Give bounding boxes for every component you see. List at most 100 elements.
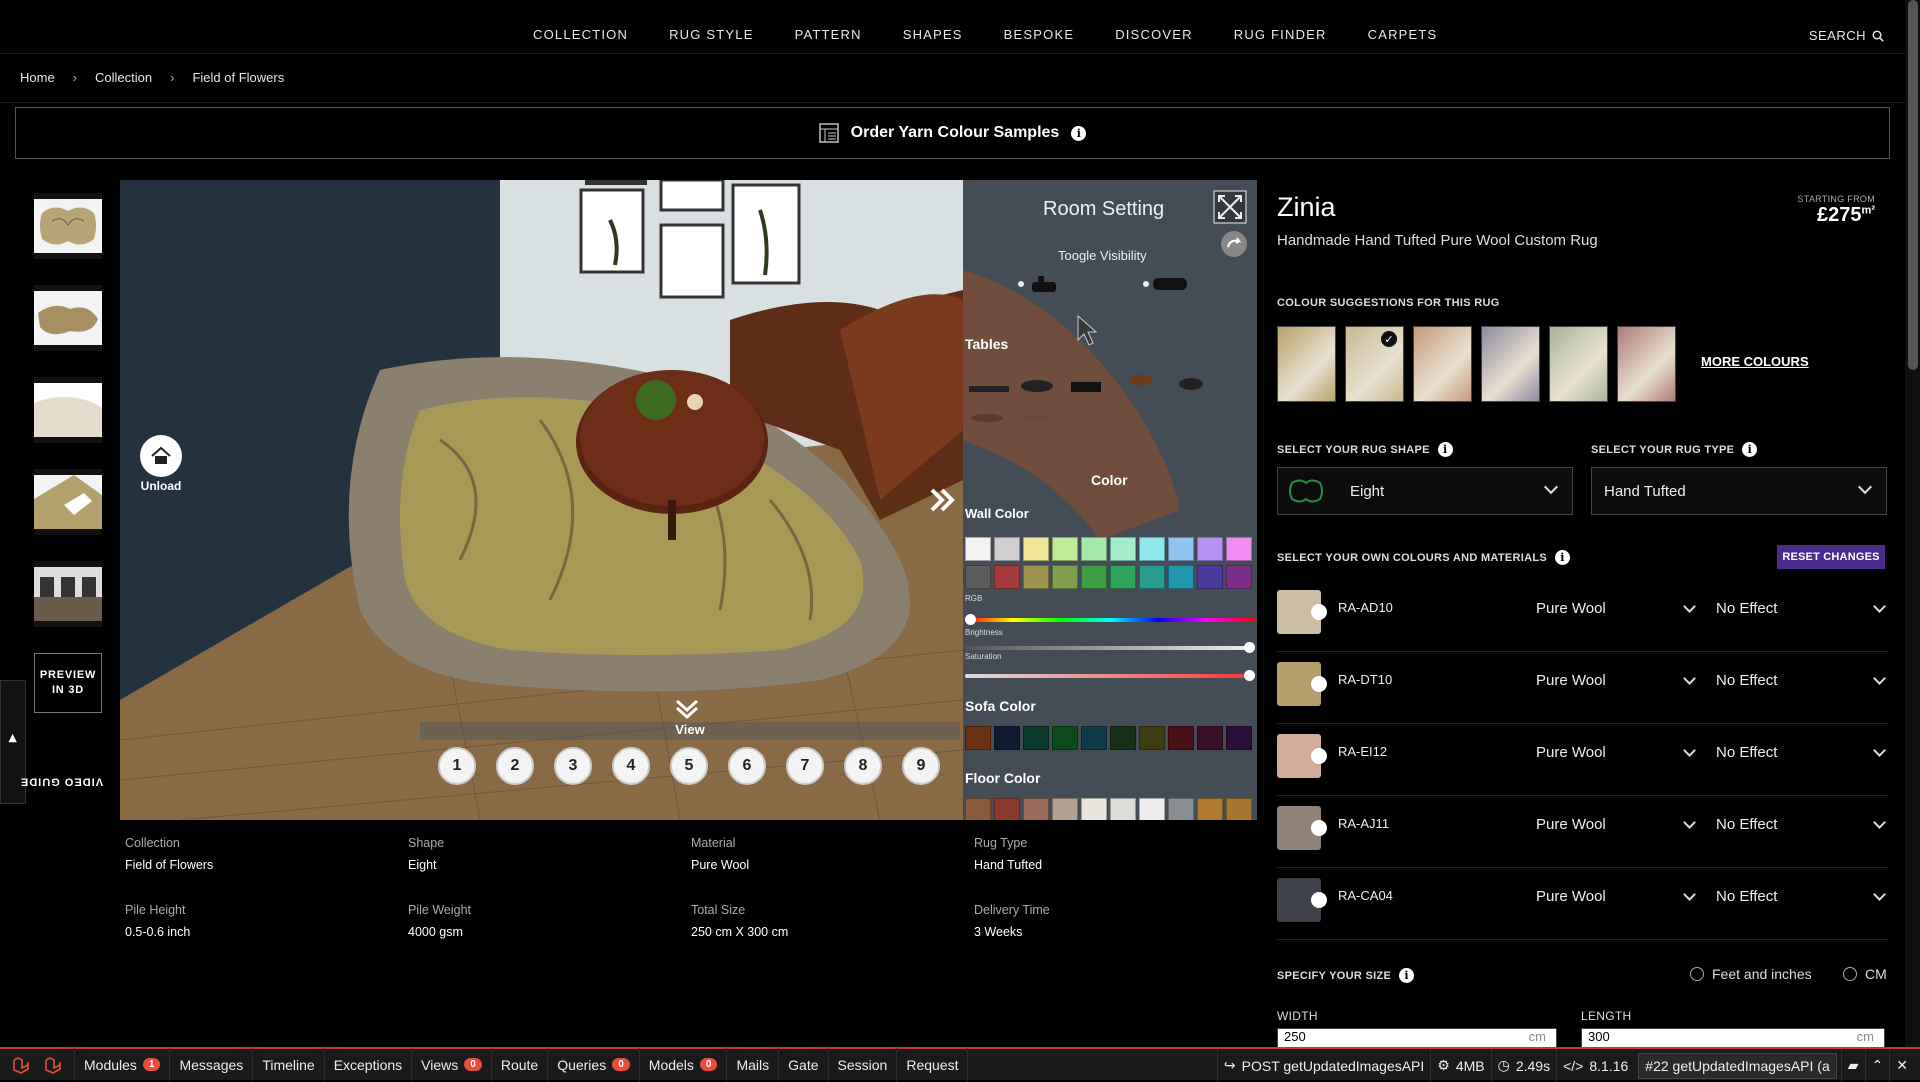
wall-color-swatch[interactable] — [1110, 565, 1136, 589]
debug-tab-gate[interactable]: Gate — [779, 1048, 829, 1081]
sofa-color-swatch[interactable] — [1023, 726, 1049, 750]
rug-shape-select[interactable]: Eight — [1277, 467, 1573, 515]
thumbnail-rug-top[interactable] — [34, 193, 102, 259]
chevron-down-icon[interactable] — [1683, 600, 1696, 613]
nav-discover[interactable]: DISCOVER — [1115, 27, 1193, 42]
camera-view-8[interactable]: 8 — [844, 747, 882, 785]
material-select[interactable]: Pure Wool — [1536, 888, 1606, 905]
effect-select[interactable]: No Effect — [1716, 888, 1777, 905]
thumbnail-rug-angle[interactable] — [34, 285, 102, 351]
more-colours-link[interactable]: MORE COLOURS — [1701, 354, 1809, 369]
colour-suggestion[interactable] — [1277, 326, 1336, 402]
order-yarn-samples-button[interactable]: Order Yarn Colour Samples i — [15, 107, 1890, 159]
nav-collection[interactable]: COLLECTION — [533, 27, 628, 42]
wall-color-swatch[interactable] — [1081, 537, 1107, 561]
sofa-color-swatch[interactable] — [1168, 726, 1194, 750]
page-scrollbar[interactable] — [1905, 0, 1920, 1048]
camera-view-1[interactable]: 1 — [438, 747, 476, 785]
preview-in-3d-button[interactable]: PREVIEW IN 3D — [34, 653, 102, 713]
sofa-color-swatch[interactable] — [1110, 726, 1136, 750]
sofa-color-swatch[interactable] — [1226, 726, 1252, 750]
camera-view-5[interactable]: 5 — [670, 747, 708, 785]
unit-cm-radio[interactable]: CM — [1843, 966, 1887, 982]
wall-color-swatch[interactable] — [1023, 537, 1049, 561]
wall-color-swatch[interactable] — [965, 565, 991, 589]
debug-request[interactable]: ↪ POST getUpdatedImagesAPI — [1216, 1049, 1430, 1082]
camera-view-3[interactable]: 3 — [554, 747, 592, 785]
breadcrumb-collection[interactable]: Collection — [95, 70, 152, 85]
scrollbar-thumb[interactable] — [1908, 0, 1918, 370]
chevron-down-icon[interactable] — [1873, 672, 1886, 685]
room-3d-viewer[interactable]: Unload View 1 2 3 4 5 6 7 8 9 Room Setti… — [120, 180, 1257, 820]
debug-tab-models[interactable]: Models 0 — [640, 1048, 728, 1081]
debug-request-select[interactable]: #22 getUpdatedImagesAPI (a — [1638, 1052, 1837, 1079]
chevron-down-icon[interactable] — [1683, 816, 1696, 829]
chevron-down-icon[interactable] — [1683, 744, 1696, 757]
material-select[interactable]: Pure Wool — [1536, 672, 1606, 689]
table-toggle-icon[interactable] — [1018, 272, 1058, 298]
wall-color-swatch[interactable] — [1052, 537, 1078, 561]
debug-tab-timeline[interactable]: Timeline — [253, 1048, 325, 1081]
chevron-up-icon[interactable]: ⌃ — [1864, 1049, 1890, 1082]
debug-tab-messages[interactable]: Messages — [170, 1048, 254, 1081]
info-icon[interactable]: i — [1399, 968, 1415, 983]
floor-color-swatch[interactable] — [1226, 798, 1252, 820]
effect-select[interactable]: No Effect — [1716, 816, 1777, 833]
nav-rug-style[interactable]: RUG STYLE — [669, 27, 753, 42]
slider-handle[interactable] — [1244, 670, 1255, 681]
wall-color-swatch[interactable] — [1168, 565, 1194, 589]
slider-handle[interactable] — [1244, 642, 1255, 653]
debug-tab-route[interactable]: Route — [492, 1048, 549, 1081]
nav-shapes[interactable]: SHAPES — [903, 27, 963, 42]
wall-color-swatch[interactable] — [1197, 537, 1223, 561]
reset-changes-button[interactable]: RESET CHANGES — [1777, 545, 1885, 569]
sofa-toggle-icon[interactable] — [1143, 274, 1189, 296]
colour-suggestion[interactable] — [1413, 326, 1472, 402]
search-button[interactable]: SEARCH — [1809, 28, 1884, 43]
close-icon[interactable]: ✕ — [1889, 1049, 1920, 1082]
wall-color-swatch[interactable] — [1139, 565, 1165, 589]
camera-view-7[interactable]: 7 — [786, 747, 824, 785]
floor-color-swatch[interactable] — [1081, 798, 1107, 820]
wall-color-swatch[interactable] — [994, 537, 1020, 561]
colour-chip-handle[interactable] — [1311, 892, 1327, 908]
wall-color-swatch[interactable] — [1023, 565, 1049, 589]
debug-tab-mails[interactable]: Mails — [727, 1048, 780, 1081]
chevron-down-icon[interactable] — [1873, 744, 1886, 757]
floor-color-swatch[interactable] — [1110, 798, 1136, 820]
slider-handle[interactable] — [965, 614, 976, 625]
chevron-down-icon[interactable] — [1873, 888, 1886, 901]
colour-suggestion[interactable] — [1549, 326, 1608, 402]
video-guide-tab[interactable]: ▶ VIDEO GUIDE — [0, 680, 103, 804]
thumbnail-rug-corner[interactable] — [34, 469, 102, 535]
info-icon[interactable]: i — [1437, 442, 1453, 457]
wall-color-swatch[interactable] — [1081, 565, 1107, 589]
wall-color-swatch[interactable] — [1197, 565, 1223, 589]
chevron-down-icon[interactable] — [1873, 600, 1886, 613]
sofa-color-swatch[interactable] — [1052, 726, 1078, 750]
colour-chip-handle[interactable] — [1311, 676, 1327, 692]
effect-select[interactable]: No Effect — [1716, 744, 1777, 761]
rug-type-select[interactable]: Hand Tufted — [1591, 467, 1887, 515]
floor-color-swatch[interactable] — [1023, 798, 1049, 820]
info-icon[interactable]: i — [1742, 442, 1758, 457]
thumbnail-rug-closeup[interactable] — [34, 377, 102, 443]
colour-suggestion[interactable]: ✓ — [1345, 326, 1404, 402]
fullscreen-icon[interactable] — [1213, 190, 1247, 224]
table-options[interactable] — [965, 366, 1205, 426]
wall-color-swatch[interactable] — [1139, 537, 1165, 561]
wall-color-swatch[interactable] — [1052, 565, 1078, 589]
sofa-color-swatch[interactable] — [1081, 726, 1107, 750]
sofa-color-swatch[interactable] — [1197, 726, 1223, 750]
nav-pattern[interactable]: PATTERN — [795, 27, 862, 42]
colour-chip-handle[interactable] — [1311, 820, 1327, 836]
debug-tab-modules[interactable]: Modules 1 — [75, 1048, 171, 1081]
nav-bespoke[interactable]: BESPOKE — [1004, 27, 1075, 42]
debug-tab-queries[interactable]: Queries 0 — [548, 1048, 640, 1081]
wall-color-swatch[interactable] — [1168, 537, 1194, 561]
unit-feet-radio[interactable]: Feet and inches — [1690, 966, 1812, 982]
brightness-slider[interactable] — [965, 642, 1255, 653]
chevron-down-icon[interactable] — [1873, 816, 1886, 829]
wall-color-swatch[interactable] — [1226, 565, 1252, 589]
chevron-down-icon[interactable] — [1683, 888, 1696, 901]
